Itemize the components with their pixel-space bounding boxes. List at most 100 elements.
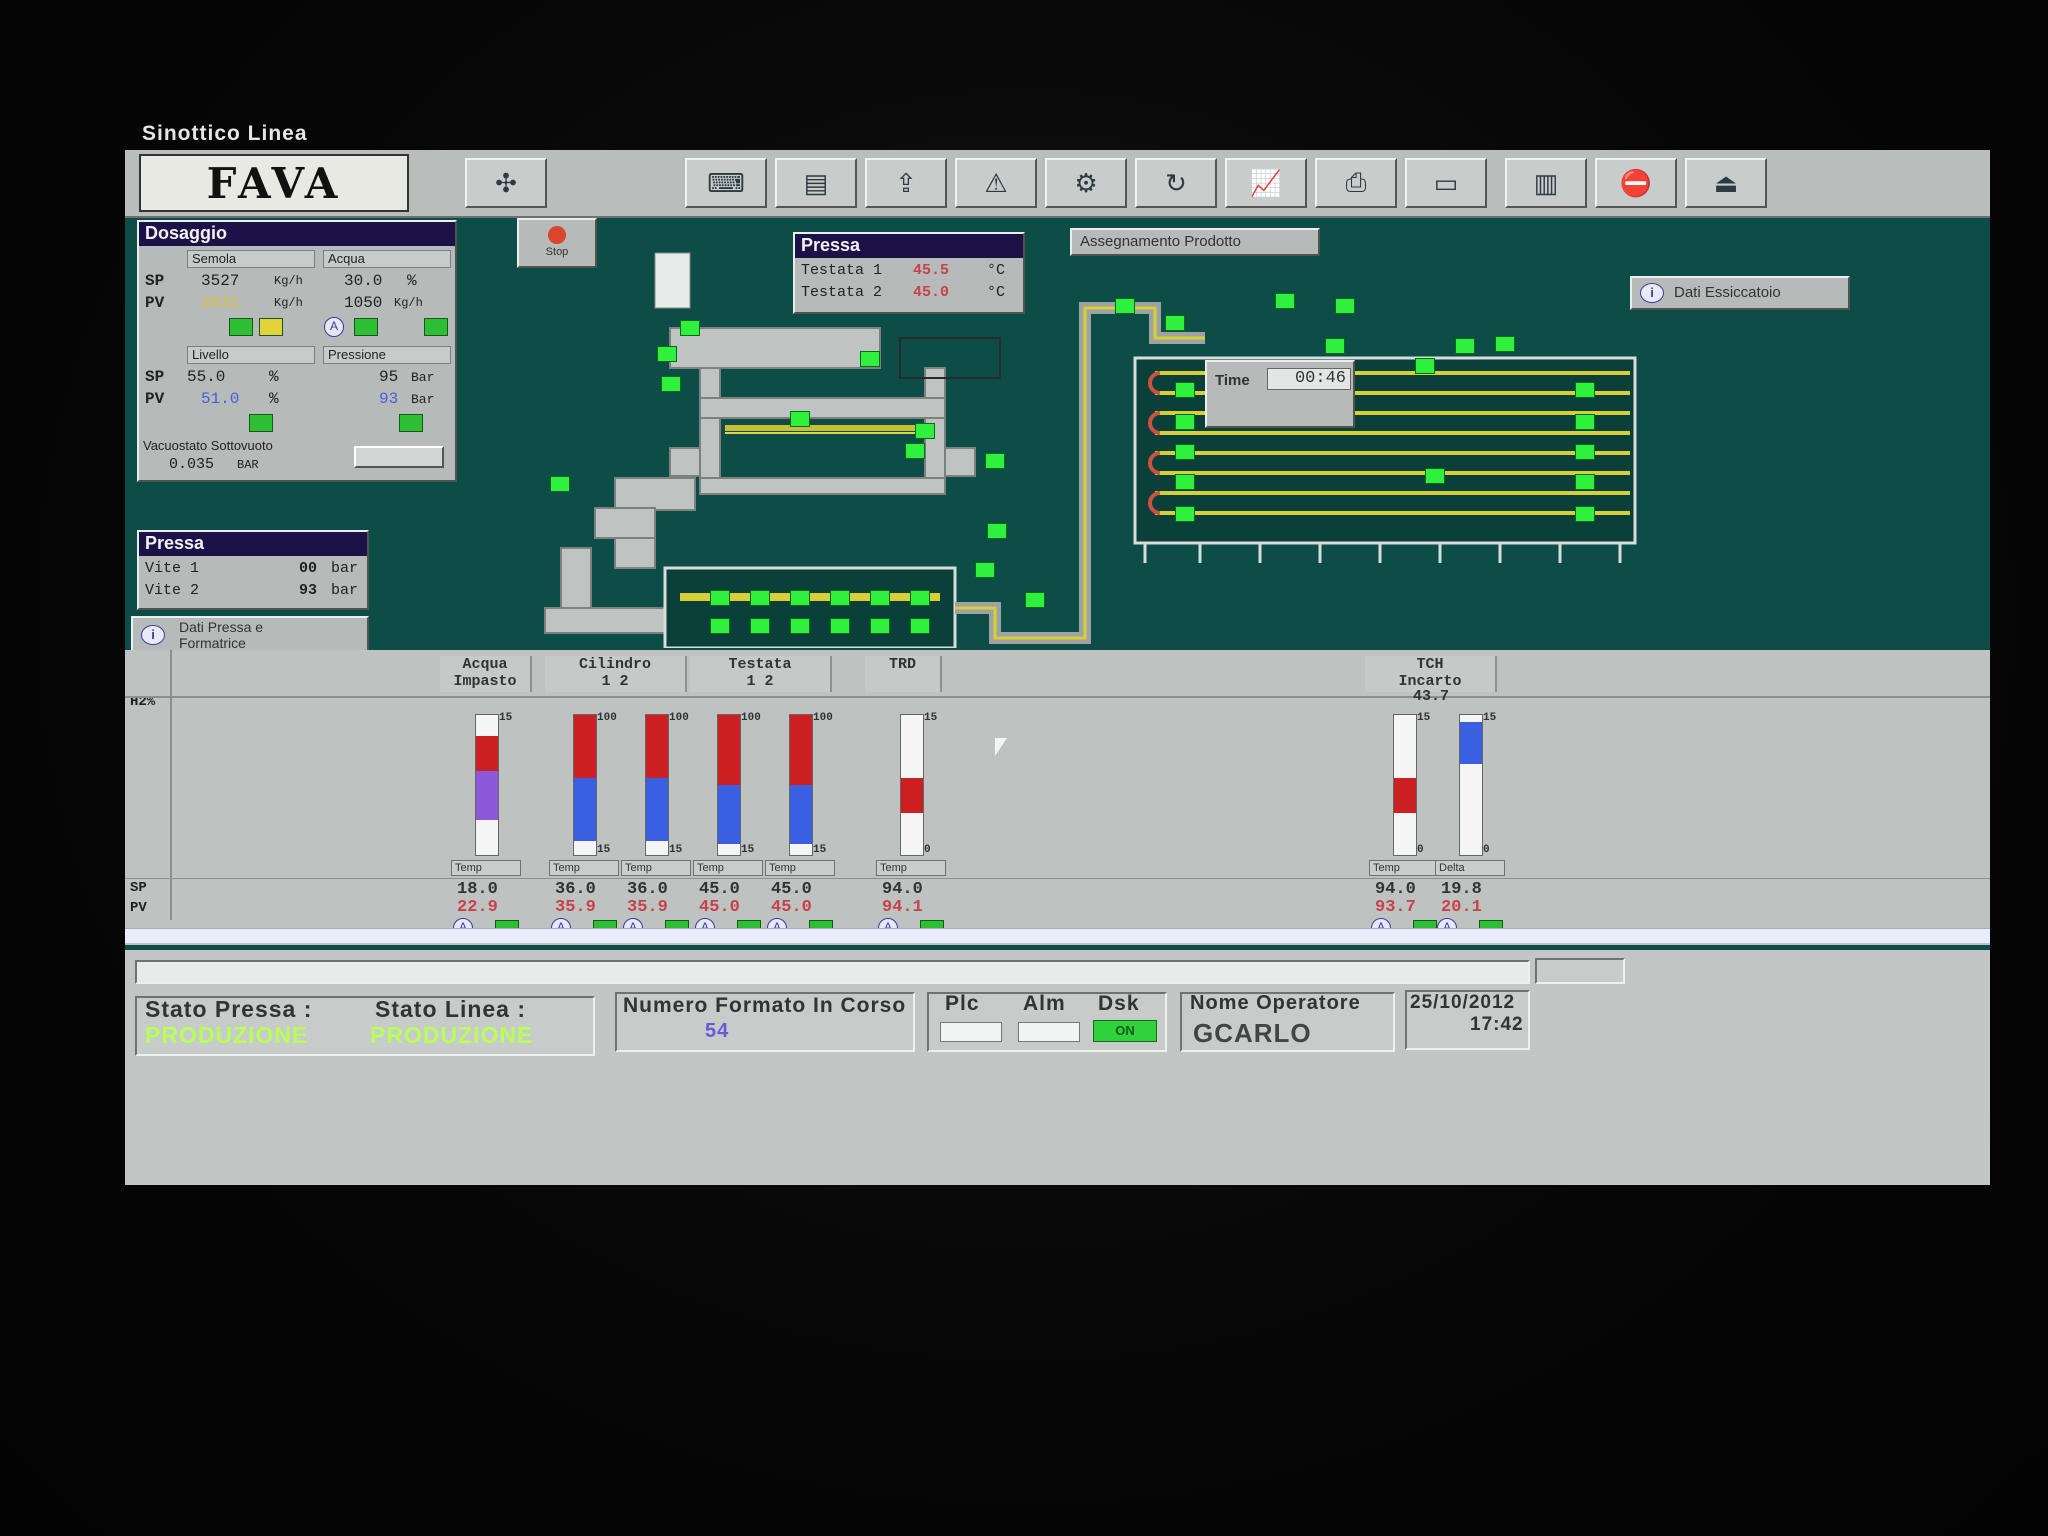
alarm-icon: ⚠ xyxy=(984,167,1008,198)
equipment-status-icon[interactable] xyxy=(657,346,677,362)
machine-button[interactable]: ⚙ xyxy=(1045,158,1127,208)
spreader-fan-icon[interactable] xyxy=(710,590,730,606)
printer-button[interactable]: ⎙ xyxy=(1315,158,1397,208)
gauge-sp-value[interactable]: 36.0 xyxy=(555,880,596,899)
equipment-status-icon[interactable] xyxy=(915,423,935,439)
chart-icon: ▥ xyxy=(1533,167,1559,198)
equipment-status-icon[interactable] xyxy=(1575,382,1595,398)
equipment-status-icon[interactable] xyxy=(1575,414,1595,430)
grid-header: Cilindro 1 2 xyxy=(545,656,687,692)
equipment-status-icon[interactable] xyxy=(987,523,1007,539)
message-bar xyxy=(135,960,1530,984)
equipment-status-icon[interactable] xyxy=(1455,338,1475,354)
equipment-status-icon[interactable] xyxy=(1335,298,1355,314)
equipment-status-icon[interactable] xyxy=(1175,506,1195,522)
horizontal-scrollbar[interactable] xyxy=(125,928,1990,943)
equipment-status-icon[interactable] xyxy=(1575,474,1595,490)
gauge-sp-value[interactable]: 36.0 xyxy=(627,880,668,899)
gauge-select-label: Delta xyxy=(1439,862,1465,874)
alm-label: Alm xyxy=(1023,992,1066,1015)
spreader-fan-icon[interactable] xyxy=(910,590,930,606)
gauge-pv-value: 35.9 xyxy=(627,898,668,917)
gauge-pv-value: 35.9 xyxy=(555,898,596,917)
gauge-scale-bottom: 0 xyxy=(1417,844,1424,856)
equipment-status-icon[interactable] xyxy=(1175,474,1195,490)
equipment-status-icon[interactable] xyxy=(661,376,681,392)
gauge-blue-fill xyxy=(646,778,668,841)
equipment-status-icon[interactable] xyxy=(1175,414,1195,430)
gauge-sp-value[interactable]: 94.0 xyxy=(1375,880,1416,899)
gauge-select[interactable]: Temp xyxy=(876,860,946,876)
equipment-status-icon[interactable] xyxy=(790,411,810,427)
grid-header: Testata 1 2 xyxy=(690,656,832,692)
spreader-fan-icon[interactable] xyxy=(790,618,810,634)
fava-logo: FAVA xyxy=(139,154,409,212)
equipment-status-icon[interactable] xyxy=(1115,298,1135,314)
alarm-button[interactable]: ⚠ xyxy=(955,158,1037,208)
exit-button[interactable]: ⏏ xyxy=(1685,158,1767,208)
gauge-select-label: Temp xyxy=(455,862,482,874)
gauge-sp-value[interactable]: 94.0 xyxy=(882,880,923,899)
gauge-sp-value[interactable]: 45.0 xyxy=(699,880,740,899)
layout-map-button[interactable]: ✣ xyxy=(465,158,547,208)
equipment-status-icon[interactable] xyxy=(1415,358,1435,374)
gauge-select[interactable]: Temp xyxy=(621,860,691,876)
equipment-status-icon[interactable] xyxy=(1575,444,1595,460)
spreader-fan-icon[interactable] xyxy=(910,618,930,634)
trend-button[interactable]: 📈 xyxy=(1225,158,1307,208)
gauge-select[interactable]: Temp xyxy=(1369,860,1439,876)
spreader-fan-icon[interactable] xyxy=(710,618,730,634)
spreader-fan-icon[interactable] xyxy=(790,590,810,606)
gauge-select[interactable]: Temp xyxy=(549,860,619,876)
chart-button[interactable]: ▥ xyxy=(1505,158,1587,208)
sp-row-label: SP xyxy=(130,880,147,896)
equipment-status-icon[interactable] xyxy=(550,476,570,492)
equipment-status-icon[interactable] xyxy=(1275,293,1295,309)
gauge-select[interactable]: Temp xyxy=(765,860,835,876)
spreader-fan-icon[interactable] xyxy=(830,618,850,634)
equipment-status-icon[interactable] xyxy=(1575,506,1595,522)
gauge-select-label: Temp xyxy=(769,862,796,874)
no-entry-button[interactable]: ⛔ xyxy=(1595,158,1677,208)
grid-header-line1: Acqua xyxy=(462,656,508,673)
formato-value: 54 xyxy=(705,1020,730,1042)
gauge-sp-value[interactable]: 45.0 xyxy=(771,880,812,899)
equipment-status-icon[interactable] xyxy=(1325,338,1345,354)
equipment-status-icon[interactable] xyxy=(985,453,1005,469)
tch-top-value: 43.7 xyxy=(1413,688,1450,705)
spreader-fan-icon[interactable] xyxy=(870,590,890,606)
gauge-sp-value[interactable]: 18.0 xyxy=(457,880,498,899)
folder-button[interactable]: ▭ xyxy=(1405,158,1487,208)
equipment-status-icon[interactable] xyxy=(975,562,995,578)
dsk-indicator: ON xyxy=(1093,1020,1157,1042)
gauge-select[interactable]: Delta xyxy=(1435,860,1505,876)
equipment-status-icon[interactable] xyxy=(1425,468,1445,484)
equipment-status-icon[interactable] xyxy=(1175,444,1195,460)
equipment-status-icon[interactable] xyxy=(1175,382,1195,398)
equipment-status-icon[interactable] xyxy=(1165,315,1185,331)
gauge-select-label: Temp xyxy=(625,862,652,874)
gauge-select[interactable]: Temp xyxy=(693,860,763,876)
export-button[interactable]: ⇪ xyxy=(865,158,947,208)
equipment-status-icon[interactable] xyxy=(680,320,700,336)
equipment-status-icon[interactable] xyxy=(1025,592,1045,608)
spreader-fan-icon[interactable] xyxy=(750,590,770,606)
gauge-select[interactable]: Temp xyxy=(451,860,521,876)
gauge-sp-value[interactable]: 19.8 xyxy=(1441,880,1482,899)
scada-screen: FAVA ✣ ⌨ ▤ ⇪ ⚠ ⚙ ↻ 📈 ⎙ ▭ ▥ ⛔ ⏏ Dosaggio Semola Acqua… xyxy=(125,150,1990,1185)
spreader-fan-icon[interactable] xyxy=(830,590,850,606)
report-button[interactable]: ▤ xyxy=(775,158,857,208)
message-icon-box[interactable] xyxy=(1535,958,1625,984)
gauge-red-fill xyxy=(1394,778,1416,813)
gauge-pv-value: 20.1 xyxy=(1441,898,1482,917)
operator-station-button[interactable]: ⌨ xyxy=(685,158,767,208)
gauge-red-fill xyxy=(790,715,812,785)
spreader-fan-icon[interactable] xyxy=(870,618,890,634)
pressa-vite-row-value: 00 xyxy=(299,560,318,577)
refresh-button[interactable]: ↻ xyxy=(1135,158,1217,208)
equipment-status-icon[interactable] xyxy=(860,351,880,367)
equipment-status-icon[interactable] xyxy=(1495,336,1515,352)
spreader-fan-icon[interactable] xyxy=(750,618,770,634)
equipment-status-icon[interactable] xyxy=(905,443,925,459)
dati-pressa-button[interactable]: i Dati Pressa e Formatrice xyxy=(131,616,369,652)
